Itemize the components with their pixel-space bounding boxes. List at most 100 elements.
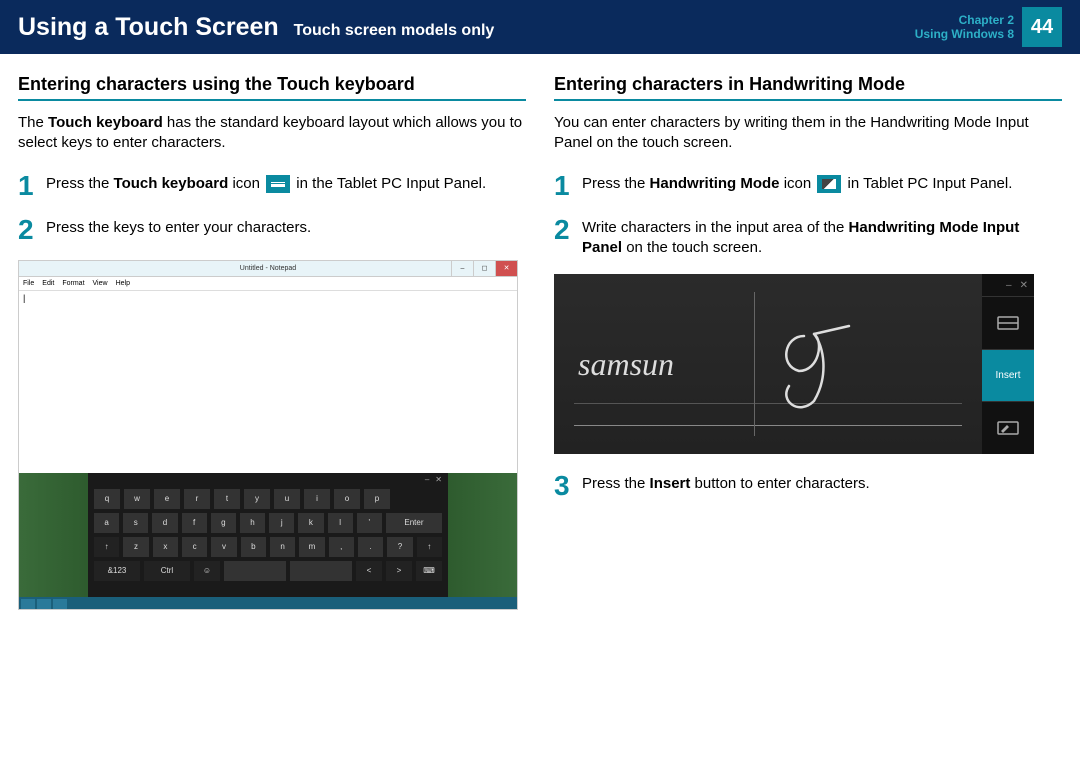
handwriting-side-panel: –✕ Insert (982, 274, 1034, 454)
context-label: Using Windows 8 (915, 27, 1014, 41)
menu-help[interactable]: Help (116, 280, 130, 287)
key-Ctrl[interactable]: Ctrl (144, 561, 190, 581)
t: Touch keyboard (48, 114, 163, 131)
page-title: Using a Touch Screen Touch screen models… (18, 13, 915, 42)
key-space[interactable] (224, 561, 286, 581)
key-q[interactable]: q (94, 489, 120, 509)
key-x[interactable]: x (153, 537, 178, 557)
t: in Tablet PC Input Panel. (843, 175, 1012, 192)
key-Enter[interactable]: Enter (386, 513, 442, 533)
handwriting-input-area[interactable]: samsun (554, 274, 982, 454)
key-e[interactable]: e (154, 489, 180, 509)
right-heading: Entering characters in Handwriting Mode (554, 74, 1062, 101)
key-k[interactable]: k (298, 513, 323, 533)
key-c[interactable]: c (182, 537, 207, 557)
key-↑[interactable]: ↑ (94, 537, 119, 557)
right-step-2: 2 Write characters in the input area of … (554, 216, 1062, 259)
key-v[interactable]: v (211, 537, 236, 557)
left-step-1: 1 Press the Touch keyboard icon in the T… (18, 172, 526, 200)
key-&123[interactable]: &123 (94, 561, 140, 581)
key-⌨[interactable]: ⌨ (416, 561, 442, 581)
key-.[interactable]: . (358, 537, 383, 557)
t: button to enter characters. (690, 475, 869, 492)
onscreen-keyboard[interactable]: –✕ qwertyuiopasdfghjkl'Enter↑zxcvbnm,.?↑… (88, 473, 448, 599)
content-columns: Entering characters using the Touch keyb… (0, 54, 1080, 610)
right-step-3: 3 Press the Insert button to enter chara… (554, 472, 1062, 500)
right-intro: You can enter characters by writing them… (554, 113, 1062, 154)
step-number: 2 (18, 216, 36, 244)
left-heading: Entering characters using the Touch keyb… (18, 74, 526, 101)
key-b[interactable]: b (241, 537, 266, 557)
key-f[interactable]: f (182, 513, 207, 533)
handwriting-letter-g-icon (774, 316, 864, 416)
key-,[interactable]: , (329, 537, 354, 557)
osk-minimize-icon[interactable]: – (425, 475, 429, 484)
insert-button[interactable]: Insert (982, 349, 1034, 402)
menu-view[interactable]: View (93, 280, 108, 287)
left-intro: The Touch keyboard has the standard keyb… (18, 113, 526, 154)
key-r[interactable]: r (184, 489, 210, 509)
taskbar[interactable] (19, 597, 517, 610)
key-'[interactable]: ' (357, 513, 382, 533)
panel-minimize-icon[interactable]: – (1006, 280, 1012, 291)
key-a[interactable]: a (94, 513, 119, 533)
t: Handwriting Mode (650, 175, 780, 192)
t: Press the keys to enter your characters. (46, 216, 311, 244)
key-t[interactable]: t (214, 489, 240, 509)
key-☺[interactable]: ☺ (194, 561, 220, 581)
key-s[interactable]: s (123, 513, 148, 533)
key-p[interactable]: p (364, 489, 390, 509)
menu-file[interactable]: File (23, 280, 34, 287)
key-o[interactable]: o (334, 489, 360, 509)
t: Write characters in the input area of th… (582, 219, 849, 236)
handwriting-switch-icon[interactable] (982, 401, 1034, 454)
panel-close-icon[interactable]: ✕ (1020, 280, 1028, 291)
key-m[interactable]: m (299, 537, 324, 557)
right-column: Entering characters in Handwriting Mode … (554, 74, 1062, 610)
key-j[interactable]: j (269, 513, 294, 533)
close-icon[interactable]: ✕ (495, 261, 517, 276)
menu-edit[interactable]: Edit (42, 280, 54, 287)
key-z[interactable]: z (123, 537, 148, 557)
key-↑[interactable]: ↑ (417, 537, 442, 557)
handwriting-panel-screenshot: samsun –✕ Insert (554, 274, 1034, 454)
keyboard-switch-icon[interactable] (982, 296, 1034, 349)
chapter-label: Chapter 2 (915, 13, 1014, 27)
t: Insert (650, 475, 691, 492)
t: The (18, 114, 48, 131)
t: icon (228, 175, 264, 192)
key-h[interactable]: h (240, 513, 265, 533)
t: in the Tablet PC Input Panel. (292, 175, 486, 192)
key->[interactable]: > (386, 561, 412, 581)
header-meta: Chapter 2 Using Windows 8 44 (915, 7, 1062, 47)
key-<[interactable]: < (356, 561, 382, 581)
key-d[interactable]: d (152, 513, 177, 533)
notepad-menu[interactable]: File Edit Format View Help (19, 277, 517, 291)
page-number: 44 (1022, 7, 1062, 47)
t: icon (780, 175, 816, 192)
key-i[interactable]: i (304, 489, 330, 509)
key-?[interactable]: ? (387, 537, 412, 557)
left-column: Entering characters using the Touch keyb… (18, 74, 526, 610)
key-n[interactable]: n (270, 537, 295, 557)
key-l[interactable]: l (328, 513, 353, 533)
t: Press the (582, 175, 650, 192)
t: Press the (582, 475, 650, 492)
osk-close-icon[interactable]: ✕ (435, 475, 442, 484)
notepad-title-text: Untitled - Notepad (240, 265, 296, 272)
maximize-icon[interactable]: ◻ (473, 261, 495, 276)
menu-format[interactable]: Format (62, 280, 84, 287)
notepad-textarea[interactable]: | (19, 291, 517, 473)
key-w[interactable]: w (124, 489, 150, 509)
minimize-icon[interactable]: – (451, 261, 473, 276)
key-y[interactable]: y (244, 489, 270, 509)
title-sub: Touch screen models only (294, 22, 495, 39)
page-header: Using a Touch Screen Touch screen models… (0, 0, 1080, 54)
touch-keyboard-icon (266, 175, 290, 193)
key-u[interactable]: u (274, 489, 300, 509)
key-space[interactable] (290, 561, 352, 581)
key-g[interactable]: g (211, 513, 236, 533)
step-number: 1 (18, 172, 36, 200)
handwriting-sample-text: samsun (578, 346, 674, 383)
handwriting-mode-icon (817, 175, 841, 193)
